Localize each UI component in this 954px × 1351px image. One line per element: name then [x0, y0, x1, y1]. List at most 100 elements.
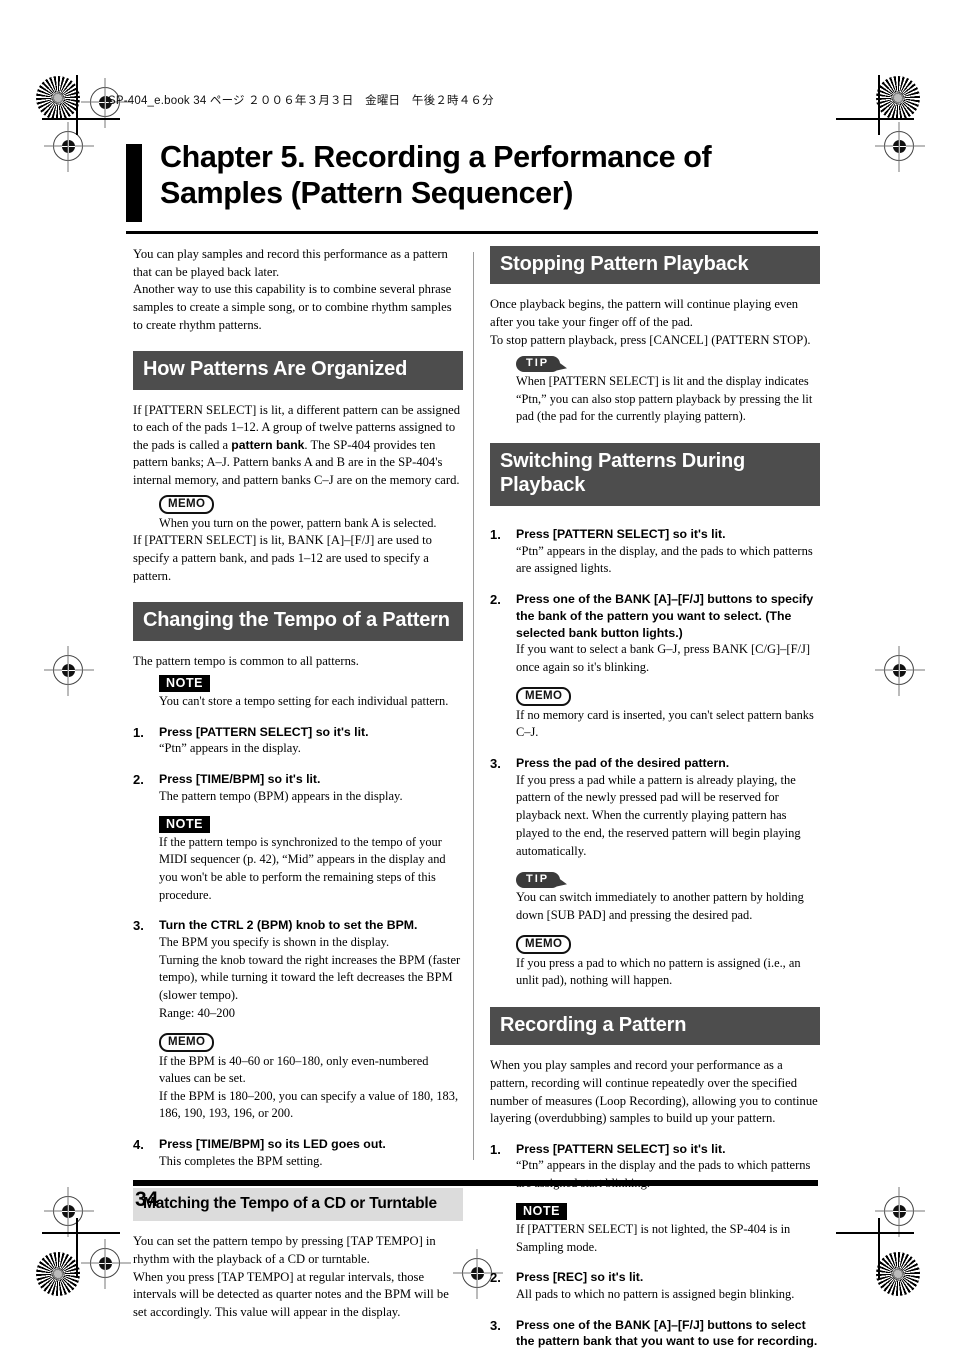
- registration-mark-bottom-right: [884, 1196, 914, 1226]
- subsection-matching-the-tempo: Matching the Tempo of a CD or Turntable: [133, 1187, 463, 1222]
- how-patterns-paragraph-1: If [PATTERN SELECT] is lit, a different …: [133, 402, 463, 490]
- note-badge: NOTE: [159, 815, 211, 833]
- recording-intro: When you play samples and record your pe…: [490, 1058, 818, 1126]
- chapter-heading-wrap: Chapter 5. Recording a Performance of Sa…: [126, 140, 826, 222]
- memo-badge-row-4: MEMO: [516, 934, 820, 954]
- memo-badge: MEMO: [516, 686, 572, 706]
- tip-body-1: When [PATTERN SELECT] is lit and the dis…: [490, 373, 820, 426]
- step-detail: This completes the BPM setting.: [159, 1153, 323, 1168]
- registration-mark-left-middle: [53, 655, 83, 685]
- memo-text-3: If no memory card is inserted, you can't…: [516, 707, 814, 740]
- step-title: Press the pad of the desired pattern.: [516, 755, 730, 770]
- registration-mark-bottom-left: [90, 1248, 120, 1278]
- step-item: 3. Press one of the BANK [A]–[F/J] butto…: [490, 1317, 820, 1350]
- memo-text-1: When you turn on the power, pattern bank…: [159, 515, 437, 530]
- registration-mark-top-right: [884, 131, 914, 161]
- column-divider: [473, 252, 474, 1160]
- step-content: Press [PATTERN SELECT] so it's lit. “Ptn…: [516, 1141, 820, 1256]
- step-number: 3.: [490, 755, 501, 771]
- crop-mark-top-left-v: [76, 75, 78, 135]
- note-text-3: If [PATTERN SELECT] is not lighted, the …: [516, 1221, 791, 1254]
- note-badge: NOTE: [159, 675, 211, 693]
- note-body-1: You can't store a tempo setting for each…: [133, 693, 463, 711]
- step-number: 2.: [490, 1270, 501, 1286]
- section-recording-a-pattern: Recording a Pattern: [490, 1006, 820, 1046]
- step-item: 1. Press [PATTERN SELECT] so it's lit. “…: [490, 1141, 820, 1256]
- left-column: You can play samples and record this per…: [133, 246, 463, 1322]
- page-number: 34: [135, 1188, 159, 1211]
- registration-starburst-top-right: [876, 76, 920, 120]
- step-detail: All pads to which no pattern is assigned…: [516, 1286, 795, 1301]
- crop-mark-top-left-h: [42, 118, 120, 120]
- registration-mark-bottom-center: [462, 1258, 492, 1288]
- step-detail: The pattern tempo (BPM) appears in the d…: [159, 788, 403, 803]
- chapter-divider-rule: [126, 231, 818, 234]
- step-content: Press [PATTERN SELECT] so it's lit. “Ptn…: [516, 526, 820, 578]
- crop-mark-top-right-h: [836, 118, 914, 120]
- matching-tempo-paragraph-1: You can set the pattern tempo by pressin…: [133, 1234, 436, 1267]
- memo-badge-row-1: MEMO: [133, 494, 463, 514]
- step-number: 3.: [133, 918, 144, 934]
- step-title: Press one of the BANK [A]–[F/J] buttons …: [516, 1317, 818, 1349]
- crop-mark-bottom-right-v: [878, 1218, 880, 1278]
- step-item: 3. Turn the CTRL 2 (BPM) knob to set the…: [133, 917, 463, 1123]
- step-number: 1.: [133, 724, 144, 740]
- step-number: 3.: [490, 1317, 501, 1333]
- step-content: Press [TIME/BPM] so it's lit. The patter…: [159, 771, 463, 904]
- registration-mark-bottom-left-outer: [53, 1196, 83, 1226]
- registration-starburst-bottom-right: [876, 1252, 920, 1296]
- stopping-paragraph-2: To stop pattern playback, press [CANCEL]…: [490, 332, 811, 347]
- step-number: 4.: [133, 1137, 144, 1153]
- memo-text-4: If you press a pad to which no pattern i…: [516, 955, 801, 988]
- step-item: 4. Press [TIME/BPM] so its LED goes out.…: [133, 1136, 463, 1170]
- step-item: 2. Press [REC] so it's lit. All pads to …: [490, 1269, 820, 1303]
- section-switching-patterns-during-playback: Switching Patterns During Playback: [490, 443, 820, 506]
- registration-mark-right-middle: [884, 655, 914, 685]
- pattern-bank-term: pattern bank: [231, 437, 305, 452]
- crop-mark-bottom-right-h: [836, 1232, 914, 1234]
- crop-mark-top-right-v: [878, 75, 880, 135]
- step-detail: “Ptn” appears in the display, and the pa…: [516, 543, 813, 576]
- step-item: 2. Press one of the BANK [A]–[F/J] butto…: [490, 591, 820, 742]
- registration-mark-top-left: [53, 131, 83, 161]
- step-title: Press [PATTERN SELECT] so it's lit.: [516, 526, 726, 541]
- memo-badge-row-2: MEMO: [159, 1032, 463, 1052]
- section-changing-the-tempo: Changing the Tempo of a Pattern: [133, 602, 463, 641]
- step-number: 1.: [490, 1141, 501, 1157]
- stopping-paragraph-1: Once playback begins, the pattern will c…: [490, 297, 799, 330]
- step-number: 1.: [490, 526, 501, 542]
- step-detail-range: Range: 40–200: [159, 1005, 236, 1020]
- step-detail: “Ptn” appears in the display and the pad…: [516, 1158, 811, 1190]
- how-patterns-paragraph-2: If [PATTERN SELECT] is lit, BANK [A]–[F/…: [133, 533, 432, 583]
- step-title: Press [TIME/BPM] so its LED goes out.: [159, 1137, 386, 1152]
- step-number: 2.: [133, 772, 144, 788]
- step-content: Press one of the BANK [A]–[F/J] buttons …: [516, 1317, 820, 1350]
- tip-body-2: You can switch immediately to another pa…: [516, 889, 820, 924]
- tip-badge-row-1: TIP: [490, 353, 820, 373]
- note-text-1: You can't store a tempo setting for each…: [159, 694, 449, 709]
- step-title: Press one of the BANK [A]–[F/J] buttons …: [516, 592, 814, 640]
- section-how-patterns-are-organized: How Patterns Are Organized: [133, 351, 463, 390]
- note-badge-row-1: NOTE: [133, 674, 463, 693]
- step-content: Press [REC] so it's lit. All pads to whi…: [516, 1269, 820, 1303]
- memo-text-2b: If the BPM is 180–200, you can specify a…: [159, 1088, 459, 1121]
- note-badge-row-2: NOTE: [159, 815, 463, 833]
- step-content: Press the pad of the desired pattern. If…: [516, 755, 820, 990]
- memo-body-4: If you press a pad to which no pattern i…: [516, 955, 820, 990]
- step-content: Turn the CTRL 2 (BPM) knob to set the BP…: [159, 917, 463, 1123]
- step-item: 1. Press [PATTERN SELECT] so it's lit. “…: [490, 526, 820, 578]
- step-detail: If you want to select a bank G–J, press …: [516, 642, 811, 674]
- step-number: 2.: [490, 592, 501, 608]
- memo-body-3: If no memory card is inserted, you can't…: [516, 707, 820, 742]
- step-item: 3. Press the pad of the desired pattern.…: [490, 755, 820, 990]
- step-item: 2. Press [TIME/BPM] so it's lit. The pat…: [133, 771, 463, 904]
- step-title: Press [REC] so it's lit.: [516, 1270, 644, 1285]
- step-title: Turn the CTRL 2 (BPM) knob to set the BP…: [159, 918, 418, 933]
- footer-divider-rule: [133, 1180, 818, 1186]
- memo-badge: MEMO: [159, 494, 215, 514]
- matching-tempo-paragraph-2: When you press [TAP TEMPO] at regular in…: [133, 1269, 449, 1319]
- step-detail: If you press a pad while a pattern is al…: [516, 772, 801, 858]
- crop-mark-bottom-left-h: [42, 1232, 120, 1234]
- intro-paragraph-1: You can play samples and record this per…: [133, 247, 448, 279]
- note-badge-row-3: NOTE: [516, 1202, 820, 1220]
